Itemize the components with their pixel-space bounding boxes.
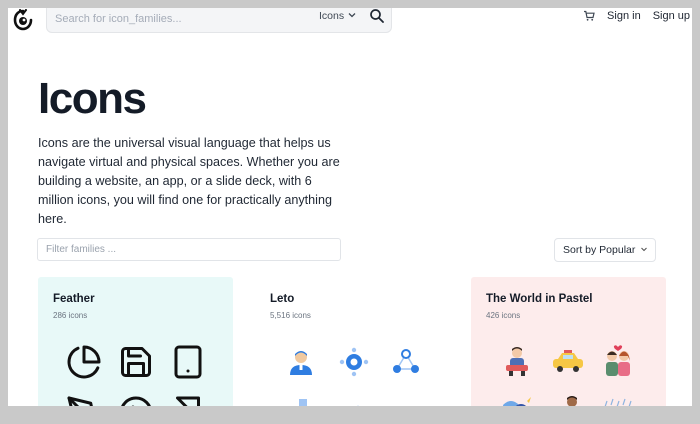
chevron-down-icon — [640, 244, 648, 256]
page-description: Icons are the universal visual language … — [38, 136, 340, 226]
card-icon-count: 426 icons — [486, 311, 521, 320]
sort-label: Sort by Popular — [563, 244, 636, 256]
page: Icons Sign in Sign up Icons Icons are th… — [8, 8, 692, 416]
card-title: The World in Pastel — [486, 293, 593, 305]
family-card-world-in-pastel[interactable]: The World in Pastel 426 icons — [471, 277, 666, 416]
search-input[interactable] — [55, 11, 305, 27]
window-bottom-edge — [0, 406, 700, 424]
share-nodes-icon — [391, 347, 421, 377]
sign-in-link[interactable]: Sign in — [607, 10, 641, 22]
card-icon-count: 286 icons — [53, 311, 88, 320]
filter-families-input[interactable] — [37, 238, 341, 261]
card-icon-count: 5,516 icons — [270, 311, 311, 320]
page-title: Icons — [38, 74, 147, 123]
search-icon[interactable] — [369, 8, 385, 24]
tablet-icon — [170, 344, 206, 380]
save-icon — [118, 344, 154, 380]
user-avatar-icon — [287, 348, 315, 376]
header: Icons Sign in Sign up — [8, 8, 692, 38]
sort-dropdown[interactable]: Sort by Popular — [554, 238, 656, 262]
header-nav: Sign in Sign up — [583, 10, 690, 22]
iconscout-logo-icon[interactable] — [12, 9, 34, 31]
card-title: Feather — [53, 293, 95, 305]
taxi-car-icon — [551, 349, 585, 375]
search-scope-label: Icons — [319, 10, 345, 22]
sign-up-link[interactable]: Sign up — [653, 10, 690, 22]
family-card-feather[interactable]: Feather 286 icons — [38, 277, 233, 416]
search-bar: Icons — [46, 8, 392, 33]
chevron-down-icon — [348, 10, 356, 22]
gear-network-icon — [339, 347, 369, 377]
couple-love-icon — [601, 343, 635, 377]
search-scope-dropdown[interactable]: Icons — [319, 10, 356, 22]
family-card-leto[interactable]: Leto 5,516 icons — [255, 277, 450, 416]
pie-chart-icon — [66, 344, 102, 380]
cart-icon[interactable] — [583, 10, 595, 22]
card-title: Leto — [270, 293, 295, 305]
person-reading-icon — [501, 345, 533, 377]
